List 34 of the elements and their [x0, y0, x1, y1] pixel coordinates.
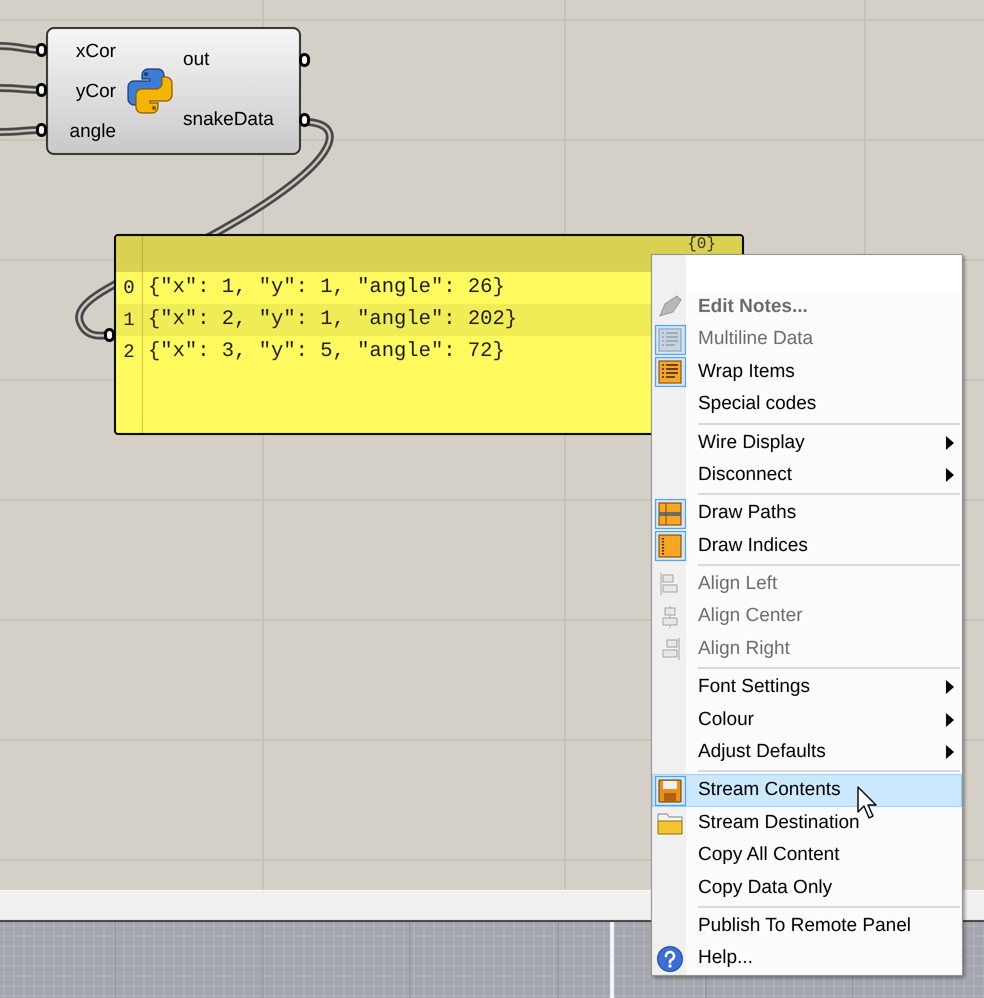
connection-port[interactable] — [299, 113, 310, 127]
menu-item[interactable]: Copy Data Only — [652, 872, 962, 904]
input-label: yCor — [76, 80, 116, 104]
connection-port[interactable] — [36, 43, 47, 57]
menu-item[interactable]: Stream Destination — [652, 806, 962, 840]
row-index: 0 — [123, 276, 135, 301]
connection-port[interactable] — [299, 53, 310, 67]
input-label: xCor — [76, 40, 116, 64]
python-logo-icon — [126, 67, 174, 115]
output-label: snakeData — [183, 108, 274, 132]
input-label: angle — [70, 120, 116, 144]
menu-item[interactable]: Draw Paths — [652, 497, 962, 530]
python-component[interactable]: xCor yCor angle out snakeData — [46, 27, 301, 155]
menu-item[interactable]: Help... — [652, 942, 962, 975]
menu-item[interactable]: Stream Contents — [652, 774, 962, 807]
output-label: out — [183, 48, 210, 72]
connection-port[interactable] — [104, 328, 115, 342]
row-index: 2 — [123, 340, 135, 365]
panel-header: {0} — [687, 236, 716, 253]
menu-item[interactable]: Colour — [652, 704, 962, 736]
row-index: 1 — [123, 308, 135, 333]
data-row-text: {"x": 1, "y": 1, "angle": 26} — [148, 274, 505, 301]
data-row-text: {"x": 2, "y": 1, "angle": 202} — [148, 306, 518, 333]
menu-item[interactable]: Font Settings — [652, 671, 962, 704]
data-row-text: {"x": 3, "y": 5, "angle": 72} — [148, 338, 505, 365]
connection-port[interactable] — [36, 123, 47, 137]
name-field[interactable] — [686, 255, 962, 291]
menu-item[interactable]: Adjust Defaults — [652, 736, 962, 768]
menu-item[interactable]: Disconnect — [652, 458, 962, 492]
menu-item[interactable]: Copy All Content — [652, 839, 962, 872]
connection-port[interactable] — [36, 83, 47, 97]
menu-item[interactable]: Draw Indices — [652, 530, 962, 562]
menu-item[interactable]: Publish To Remote Panel — [652, 910, 962, 942]
mouse-cursor-icon — [857, 786, 879, 820]
